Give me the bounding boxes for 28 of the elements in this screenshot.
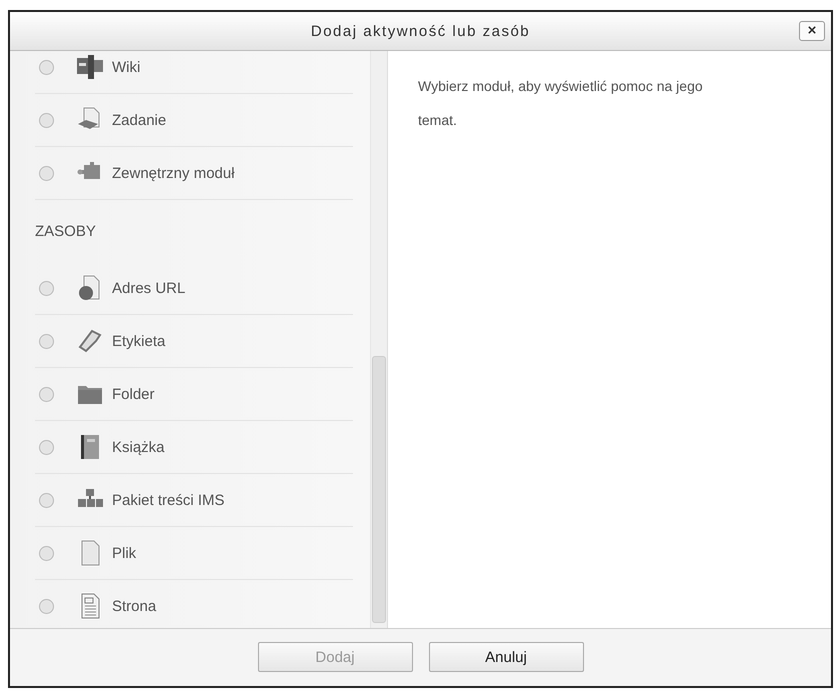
module-label[interactable]: Zewnętrzny moduł [112,164,235,182]
module-label[interactable]: Strona [112,598,156,614]
radio-button[interactable] [39,112,54,128]
radio-button[interactable] [39,166,54,180]
scrollbar-thumb[interactable] [372,356,386,623]
section-heading: ZASOBY [35,222,97,242]
radio-button[interactable] [39,492,54,508]
module-label[interactable]: Książka [112,438,165,456]
radio-button[interactable] [39,598,54,614]
help-text: Wybierz moduł, aby wyświetlić pomoc na jego temat. [418,77,704,130]
module-label[interactable]: Adres URL [112,280,186,296]
module-label[interactable]: Pakiet treści IMS [112,492,225,508]
radio-button[interactable] [39,546,54,560]
radio-button[interactable] [39,334,54,348]
module-label[interactable]: Folder [112,386,155,402]
radio-button[interactable] [39,386,54,402]
module-label[interactable]: Wiki [112,58,140,76]
radio-button[interactable] [39,60,54,74]
close-button[interactable]: × [799,21,825,41]
toolbar-icon [76,53,104,81]
cancel-button[interactable]: Anuluj [428,642,584,672]
module-label[interactable]: Zadanie [112,112,166,128]
dialog-title: Dodaj aktywność lub zasób [310,22,530,40]
module-label[interactable]: Etykieta [112,332,166,350]
module-label[interactable]: Plik [112,544,136,562]
tag-icon [76,327,104,355]
radio-button[interactable] [39,440,54,454]
radio-button[interactable] [39,280,54,296]
